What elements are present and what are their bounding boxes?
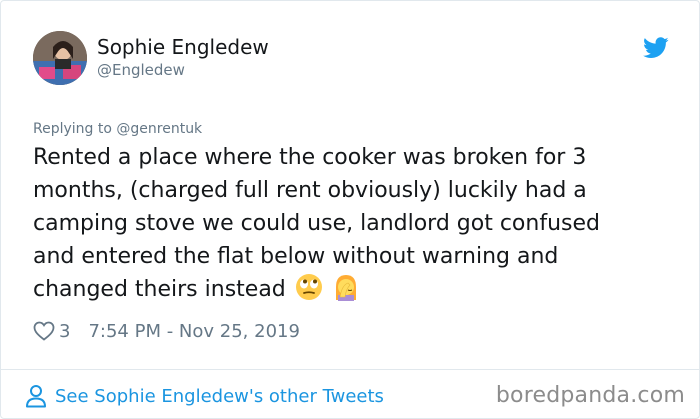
replying-to: Replying to @genrentuk [33, 121, 202, 137]
tweet-header: Sophie Engledew @Engledew [33, 31, 683, 91]
woman-facepalming-emoji-icon [332, 273, 360, 301]
like-count[interactable]: 3 [59, 321, 70, 342]
author-name[interactable]: Sophie Engledew [97, 35, 269, 59]
watermark: boredpanda.com [495, 383, 685, 408]
rolling-eyes-emoji-icon [295, 273, 323, 301]
author-handle[interactable]: @Engledew [97, 61, 185, 79]
twitter-bird-icon[interactable] [643, 37, 669, 59]
tweet-timestamp[interactable]: 7:54 PM - Nov 25, 2019 [88, 321, 299, 342]
tweet-text: Rented a place where the cooker was brok… [33, 141, 673, 306]
replying-handle-link[interactable]: @genrentuk [116, 121, 202, 137]
tweet-line: Rented a place where the cooker was brok… [33, 145, 587, 170]
tweet-line: camping stove we could use, landlord got… [33, 211, 600, 236]
divider [1, 369, 700, 370]
see-other-tweets-label[interactable]: See Sophie Engledew's other Tweets [55, 386, 384, 407]
tweet-line-last: changed theirs instead [33, 273, 673, 306]
replying-prefix: Replying to [33, 121, 112, 137]
tweet-line: months, (charged full rent obviously) lu… [33, 178, 587, 203]
tweet-line: and entered the flat below without warni… [33, 244, 559, 269]
see-other-tweets-link[interactable]: See Sophie Engledew's other Tweets [25, 383, 384, 409]
avatar[interactable] [33, 31, 87, 85]
person-icon [25, 384, 47, 408]
tweet-line: changed theirs instead [33, 277, 286, 302]
tweet-meta: 3 7:54 PM - Nov 25, 2019 [33, 319, 300, 343]
tweet-card: Sophie Engledew @Engledew Replying to @g… [0, 0, 700, 419]
heart-icon[interactable] [33, 321, 55, 341]
